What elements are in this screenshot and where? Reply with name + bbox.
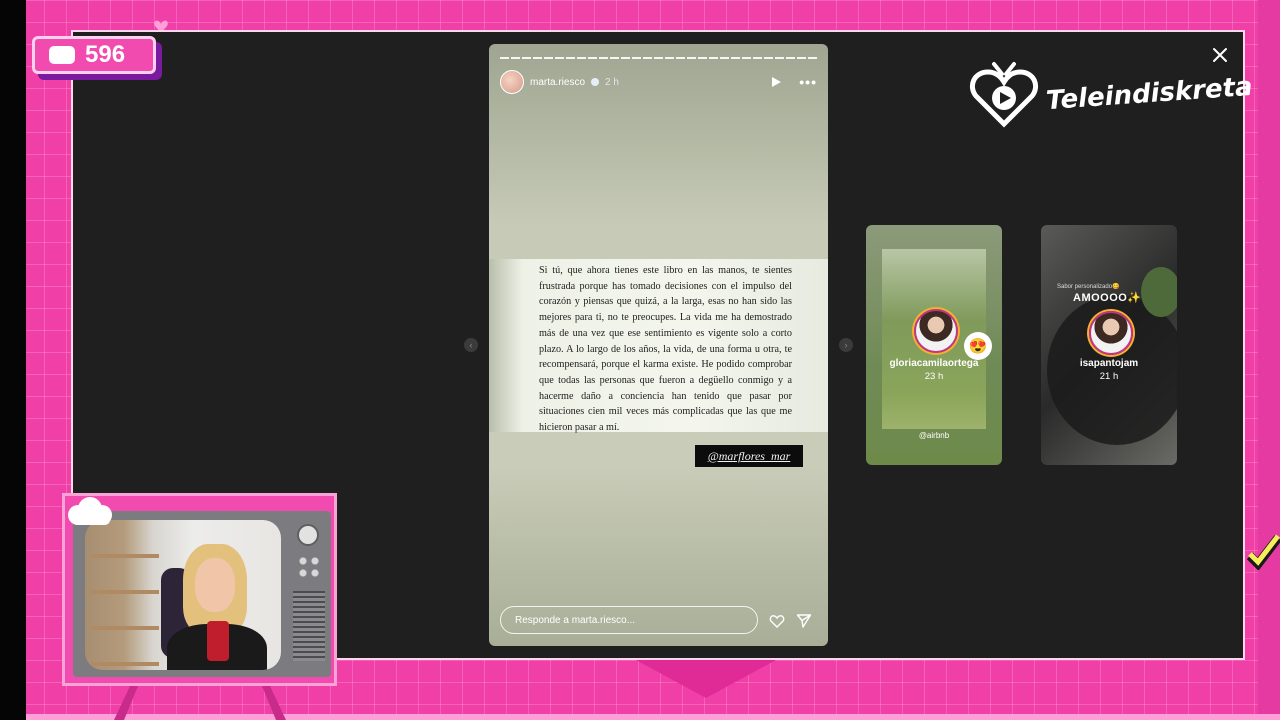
story-avatar[interactable] [500, 70, 524, 94]
heart-play-logo-icon [970, 62, 1038, 128]
preview-overlay-sub: Sabor personalizado😋 [1057, 284, 1120, 290]
story-preview-2[interactable]: Sabor personalizado😋 AMOOOO✨ isapantojam… [1041, 225, 1177, 465]
story-time: 2 h [605, 76, 619, 88]
tv-body [73, 511, 331, 677]
webcam-feed [85, 520, 281, 670]
more-icon[interactable]: ••• [799, 74, 817, 90]
previous-story-arrow[interactable]: ‹ [464, 338, 478, 352]
emoji-sticker: 😍 [964, 332, 992, 360]
left-edge-strip [0, 0, 26, 720]
mention-sticker[interactable]: @marflores_mar [695, 445, 803, 467]
cloud-icon [68, 497, 112, 525]
brand-name: Teleindiskreta [1045, 71, 1254, 117]
viewer-count-badge: 596 [32, 36, 156, 74]
right-edge-strip [1258, 0, 1280, 720]
heart-icon[interactable] [769, 613, 785, 629]
tv-buttons-icon [297, 555, 321, 579]
verified-icon [591, 78, 600, 86]
preview-username: gloriacamilaortega [889, 358, 979, 369]
story-preview-1[interactable]: 😍 gloriacamilaortega 23 h @airbnb [866, 225, 1002, 465]
preview-avatar [1089, 311, 1133, 355]
book-text: Si tú, que ahora tienes este libro en la… [539, 265, 792, 434]
book-page-photo: Si tú, que ahora tienes este libro en la… [489, 259, 828, 433]
preview-time: 21 h [1099, 371, 1119, 382]
preview-avatar [914, 309, 958, 353]
preview-tag: @airbnb [918, 431, 950, 440]
brand-logo: Teleindiskreta [968, 58, 1254, 130]
viewer-icon [49, 46, 75, 64]
streamer-face [195, 558, 235, 612]
preview-username: isapantojam [1079, 358, 1139, 369]
story-progress-bar [500, 57, 817, 59]
tv-speaker [293, 591, 325, 661]
play-icon[interactable] [772, 77, 782, 87]
mug [207, 621, 229, 661]
shelf [91, 554, 159, 670]
instagram-story[interactable]: marta.riesco 2 h ••• Si tú, que ahora ti… [489, 44, 828, 646]
reply-input[interactable]: Responde a marta.riesco... [500, 606, 758, 634]
preview-time: 23 h [924, 371, 944, 382]
preview-plant [1141, 267, 1177, 317]
preview-overlay-title: AMOOOO✨ [1073, 292, 1142, 304]
checkmark-sticker-icon [1246, 534, 1280, 570]
story-username[interactable]: marta.riesco [530, 77, 585, 88]
tv-knob-icon [297, 524, 319, 546]
tv-legs [114, 686, 286, 720]
send-icon[interactable] [796, 613, 812, 629]
next-story-arrow[interactable]: › [839, 338, 853, 352]
viewer-count-value: 596 [85, 41, 126, 68]
bottom-chevron-decoration [636, 660, 776, 698]
story-header: marta.riesco 2 h ••• [500, 68, 817, 96]
